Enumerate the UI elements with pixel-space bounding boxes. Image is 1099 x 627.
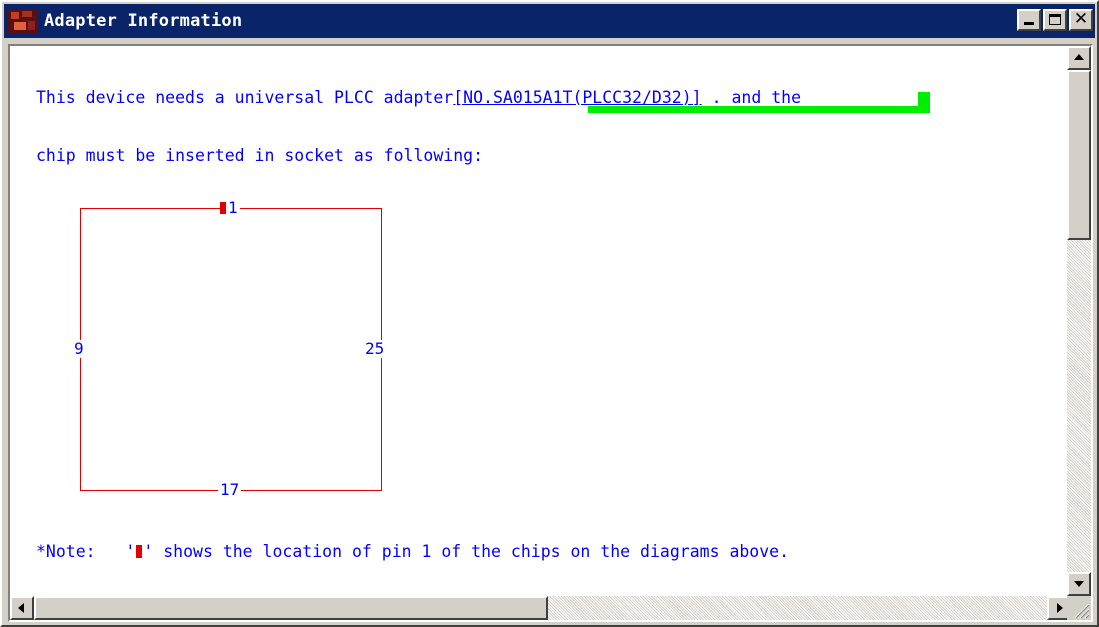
scroll-right-icon bbox=[1057, 603, 1063, 613]
client-area: This device needs a universal PLCC adapt… bbox=[8, 44, 1093, 622]
maximize-icon bbox=[1049, 14, 1061, 25]
vertical-scrollbar[interactable] bbox=[1067, 46, 1091, 596]
size-grip-icon bbox=[1074, 603, 1090, 619]
scroll-down-icon bbox=[1074, 581, 1084, 587]
app-icon bbox=[8, 7, 38, 35]
note-prefix: *Note: ' bbox=[36, 542, 136, 561]
note-line: *Note: ' ' shows the location of pin 1 of… bbox=[36, 542, 789, 561]
intro-line-1: This device needs a universal PLCC adapt… bbox=[36, 88, 801, 107]
vertical-scroll-thumb[interactable] bbox=[1067, 70, 1091, 240]
chip-outline bbox=[80, 208, 382, 491]
adapter-info-window: Adapter Information ✕ This device needs … bbox=[0, 0, 1099, 627]
adapter-model: [NO.SA015A1T(PLCC32/D32)] bbox=[453, 88, 702, 107]
pin-label-bottom: 17 bbox=[218, 480, 242, 499]
minimize-button[interactable] bbox=[1017, 9, 1041, 31]
scroll-down-button[interactable] bbox=[1067, 572, 1091, 596]
scroll-up-button[interactable] bbox=[1067, 46, 1091, 70]
maximize-button[interactable] bbox=[1043, 9, 1067, 31]
close-button[interactable]: ✕ bbox=[1069, 9, 1093, 31]
info-content: This device needs a universal PLCC adapt… bbox=[10, 46, 1071, 596]
scroll-left-button[interactable] bbox=[10, 596, 34, 620]
pin-label-left: 9 bbox=[72, 339, 86, 358]
close-icon: ✕ bbox=[1073, 9, 1089, 29]
note-suffix: ' shows the location of pin 1 of the chi… bbox=[143, 542, 790, 561]
window-title: Adapter Information bbox=[44, 11, 243, 31]
pin-label-right: 25 bbox=[363, 339, 387, 358]
intro-line-2: chip must be inserted in socket as follo… bbox=[36, 146, 484, 165]
horizontal-scrollbar[interactable] bbox=[10, 596, 1071, 620]
adapter-highlight bbox=[588, 92, 930, 113]
pin-label-top: 1 bbox=[226, 198, 240, 217]
note-pin-marker bbox=[136, 545, 143, 558]
intro-text-end: . and the bbox=[711, 88, 801, 107]
intro-text: This device needs a universal PLCC adapt… bbox=[36, 88, 454, 107]
scroll-up-icon bbox=[1074, 54, 1084, 60]
minimize-icon bbox=[1024, 22, 1034, 25]
scroll-left-icon bbox=[18, 603, 24, 613]
size-grip[interactable] bbox=[1067, 596, 1091, 620]
title-bar[interactable]: Adapter Information ✕ bbox=[4, 4, 1095, 38]
horizontal-scroll-thumb[interactable] bbox=[34, 596, 548, 620]
